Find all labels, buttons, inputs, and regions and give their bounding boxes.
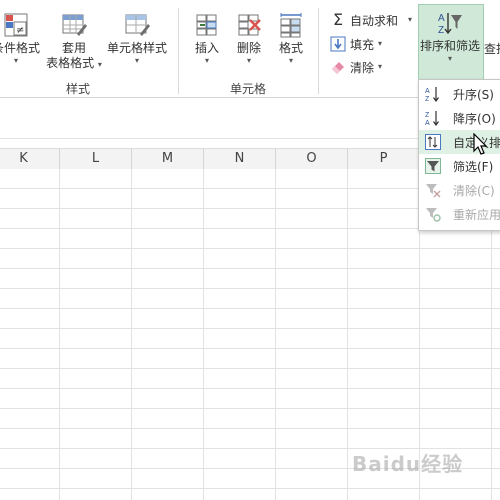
grid-line — [59, 169, 60, 500]
table-format-line1: 套用 — [61, 41, 86, 55]
column-header-o[interactable]: O — [276, 149, 348, 169]
clear-label: 清除 — [350, 60, 375, 75]
column-header-k[interactable]: K — [0, 149, 60, 169]
cell-styles-button[interactable]: 单元格样式 ▾ — [106, 12, 168, 66]
find-select-label: 查找 — [484, 42, 500, 56]
format-as-table-button[interactable]: 套用 表格格式 ▾ — [44, 12, 104, 71]
fill-button[interactable]: 填充 ▾ — [330, 34, 382, 54]
mouse-cursor-icon — [473, 133, 488, 155]
sort-descending-label: 降序(O) — [453, 111, 496, 126]
conditional-format-button[interactable]: ≠ 条件格式 ▾ — [0, 12, 42, 66]
reapply-item[interactable]: 重新应用 — [419, 202, 500, 226]
reapply-label: 重新应用 — [453, 207, 500, 222]
column-header-p[interactable]: P — [348, 149, 420, 169]
sort-descending-icon: Z A — [425, 111, 439, 126]
group-separator — [178, 8, 179, 94]
autosum-label: 自动求和 — [350, 13, 399, 28]
fill-label: 填充 — [350, 37, 375, 52]
filter-label: 筛选(F) — [453, 159, 494, 174]
format-label: 格式 — [278, 41, 303, 55]
grid-line — [275, 169, 276, 500]
column-header-l[interactable]: L — [60, 149, 132, 169]
styles-group-label: 样式 — [66, 82, 91, 96]
chevron-down-icon: ▾ — [134, 56, 139, 65]
insert-button[interactable]: 插入 ▾ — [190, 12, 224, 66]
insert-cells-icon — [196, 14, 217, 36]
grid-line — [203, 169, 204, 500]
grid-line — [347, 169, 348, 500]
chevron-down-icon: ▾ — [447, 54, 452, 63]
reapply-icon — [426, 208, 441, 222]
delete-label: 删除 — [236, 41, 261, 55]
delete-button[interactable]: 删除 ▾ — [232, 12, 266, 66]
clear-filter-icon — [426, 184, 441, 198]
sort-filter-content[interactable]: A Z 排序和筛选 ▾ — [416, 10, 484, 64]
chevron-down-icon: ▾ — [13, 56, 18, 65]
clear-button[interactable]: 清除 ▾ — [330, 57, 382, 77]
table-format-line2: 表格格式 ▾ — [46, 56, 102, 70]
find-select-button[interactable]: 查找 — [484, 42, 500, 57]
cell-styles-icon — [125, 14, 150, 36]
fill-down-icon — [330, 36, 346, 52]
eraser-icon — [332, 62, 344, 74]
conditional-format-label: 条件格式 — [0, 41, 40, 55]
svg-text:Z: Z — [425, 112, 430, 119]
svg-text:Z: Z — [438, 25, 444, 36]
filter-item[interactable]: 筛选(F) — [419, 154, 500, 178]
svg-text:≠: ≠ — [16, 25, 24, 36]
sort-descending-item[interactable]: Z A 降序(O) — [419, 106, 500, 130]
sigma-icon: Σ — [332, 10, 344, 29]
group-separator — [318, 8, 319, 94]
svg-text:A: A — [438, 13, 445, 24]
svg-text:A: A — [425, 88, 430, 95]
insert-label: 插入 — [194, 41, 219, 55]
cells-group-label: 单元格 — [230, 82, 267, 96]
chevron-down-icon: ▾ — [378, 62, 383, 71]
chevron-down-icon: ▾ — [246, 56, 251, 65]
filter-icon — [425, 158, 441, 174]
cell-styles-label: 单元格样式 — [106, 41, 167, 55]
format-cells-icon — [280, 13, 302, 38]
column-header-m[interactable]: M — [132, 149, 204, 169]
sort-ascending-label: 升序(S) — [453, 87, 494, 102]
watermark-text: Baidu经验 — [352, 452, 464, 476]
chevron-down-icon: ▾ — [288, 56, 293, 65]
table-format-icon — [62, 14, 87, 36]
clear-filter-item[interactable]: 清除(C) — [419, 178, 500, 202]
conditional-format-icon: ≠ — [4, 13, 28, 37]
sort-ascending-item[interactable]: A Z 升序(S) — [419, 82, 500, 106]
sort-filter-label: 排序和筛选 — [419, 39, 480, 53]
clear-filter-label: 清除(C) — [453, 183, 495, 198]
autosum-button[interactable]: Σ 自动求和 ▾ — [330, 10, 412, 30]
chevron-down-icon: ▾ — [408, 15, 413, 24]
column-header-n[interactable]: N — [204, 149, 276, 169]
custom-sort-icon — [425, 134, 441, 150]
chevron-down-icon: ▾ — [378, 39, 383, 48]
sort-filter-icon: A Z — [438, 13, 462, 36]
svg-text:Z: Z — [425, 96, 430, 102]
grid-line — [131, 169, 132, 500]
delete-cells-icon — [238, 14, 261, 36]
svg-text:A: A — [425, 120, 430, 126]
chevron-down-icon: ▾ — [97, 60, 102, 69]
sort-ascending-icon: A Z — [425, 87, 439, 102]
chevron-down-icon: ▾ — [204, 56, 209, 65]
format-button[interactable]: 格式 ▾ — [274, 12, 308, 66]
